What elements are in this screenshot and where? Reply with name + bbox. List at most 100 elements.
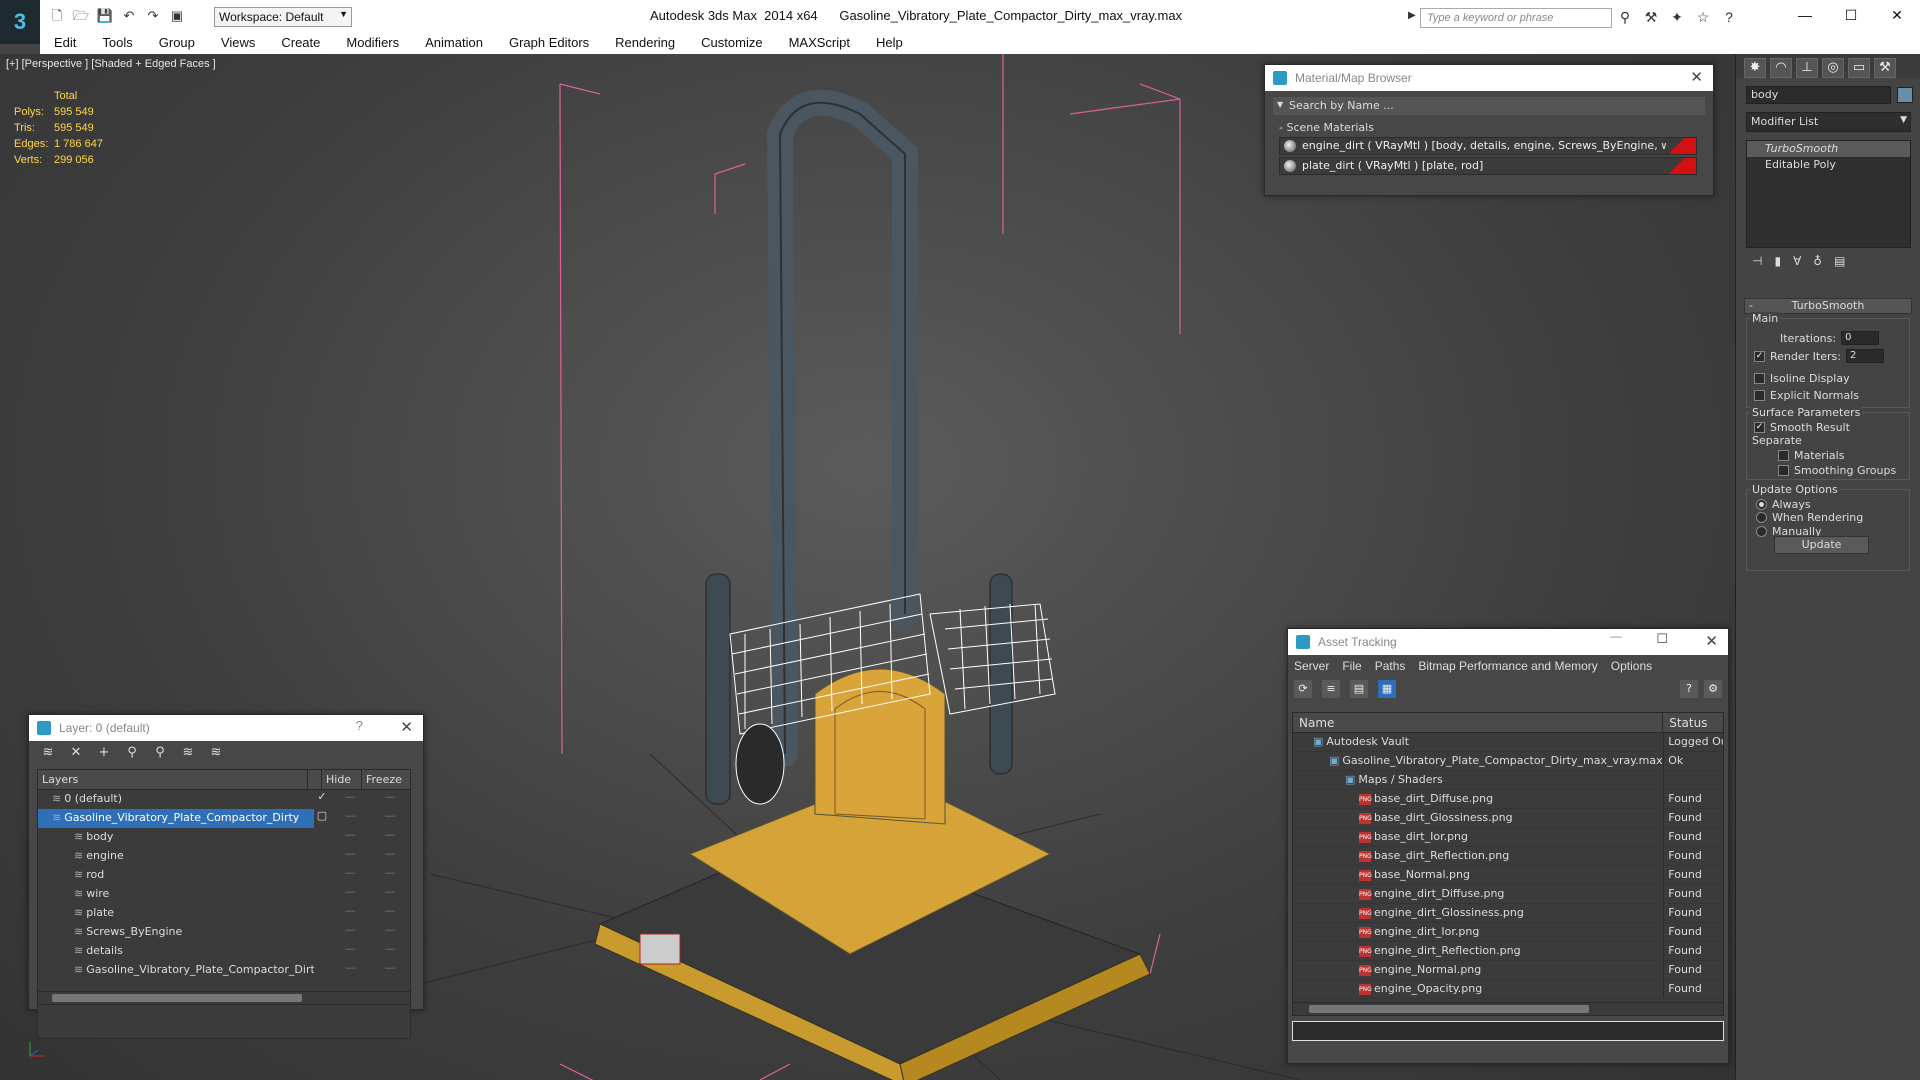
- layers-horizontal-scrollbar[interactable]: [37, 991, 411, 1005]
- material-browser-titlebar[interactable]: Material/Map Browser ✕: [1265, 65, 1713, 91]
- current-layer-check[interactable]: [314, 904, 331, 923]
- stack-item-turbosmooth[interactable]: TurboSmooth: [1747, 141, 1910, 157]
- hide-toggle[interactable]: —: [330, 885, 370, 904]
- asset-menu-server[interactable]: Server: [1294, 659, 1329, 673]
- material-search-input[interactable]: ▼ Search by Name ...: [1273, 97, 1705, 115]
- object-color-swatch[interactable]: [1897, 87, 1913, 103]
- freeze-column-header[interactable]: Freeze: [362, 770, 406, 789]
- keyword-search-input[interactable]: Type a keyword or phrase: [1420, 8, 1612, 28]
- select-layer-icon[interactable]: ⚲: [123, 745, 141, 761]
- isoline-checkbox[interactable]: [1754, 373, 1765, 384]
- minimize-button[interactable]: —: [1782, 0, 1828, 30]
- app-logo-icon[interactable]: 3: [0, 0, 40, 44]
- communication-icon[interactable]: ✦: [1668, 8, 1686, 26]
- status-column-header[interactable]: Status: [1663, 713, 1723, 732]
- freeze-toggle[interactable]: —: [370, 790, 410, 809]
- hide-toggle[interactable]: —: [330, 809, 370, 828]
- material-row[interactable]: engine_dirt ( VRayMtl ) [body, details, …: [1279, 137, 1697, 155]
- current-layer-check[interactable]: [314, 961, 331, 980]
- current-layer-check[interactable]: [314, 847, 331, 866]
- asset-row[interactable]: PNG base_dirt_Diffuse.png Found: [1293, 790, 1723, 809]
- help-icon[interactable]: ?: [1680, 680, 1698, 698]
- asset-row[interactable]: PNG base_dirt_Reflection.png Found: [1293, 847, 1723, 866]
- project-folder-icon[interactable]: ▣: [168, 8, 186, 24]
- smoothing-groups-checkbox[interactable]: [1778, 465, 1789, 476]
- maximize-icon[interactable]: ☐: [1656, 631, 1668, 647]
- layer-row[interactable]: ≋ wire — —: [38, 885, 410, 904]
- asset-tracking-titlebar[interactable]: Asset Tracking ✕ ☐ —: [1288, 629, 1728, 655]
- layer-window-titlebar[interactable]: Layer: 0 (default)? ✕: [29, 715, 423, 741]
- table-view-icon[interactable]: ▦: [1378, 680, 1396, 698]
- menu-maxscript[interactable]: MAXScript: [775, 34, 862, 54]
- add-to-layer-icon[interactable]: +: [95, 745, 113, 761]
- menu-customize[interactable]: Customize: [687, 34, 774, 54]
- detail-view-icon[interactable]: ▤: [1350, 680, 1368, 698]
- settings-icon[interactable]: ⚙: [1704, 680, 1722, 698]
- freeze-all-icon[interactable]: ≋: [207, 745, 225, 761]
- explicit-normals-checkbox[interactable]: [1754, 390, 1765, 401]
- undo-icon[interactable]: ↶: [120, 8, 138, 24]
- menu-graph-editors[interactable]: Graph Editors: [495, 34, 601, 54]
- freeze-toggle[interactable]: —: [370, 904, 410, 923]
- freeze-toggle[interactable]: —: [370, 847, 410, 866]
- asset-menu-paths[interactable]: Paths: [1375, 659, 1406, 673]
- current-layer-check[interactable]: ✓: [314, 790, 331, 809]
- freeze-toggle[interactable]: —: [370, 942, 410, 961]
- options-arrow-icon[interactable]: ▼: [1277, 100, 1283, 109]
- hide-toggle[interactable]: —: [330, 828, 370, 847]
- freeze-toggle[interactable]: —: [370, 885, 410, 904]
- search-expand-icon[interactable]: ▶: [1408, 10, 1416, 21]
- close-icon[interactable]: ✕: [400, 718, 413, 736]
- layer-row[interactable]: ≋ Screws_ByEngine — —: [38, 923, 410, 942]
- when-rendering-radio[interactable]: [1756, 512, 1767, 523]
- asset-path-field[interactable]: [1292, 1021, 1724, 1041]
- workspace-dropdown[interactable]: Workspace: Default ▼: [214, 7, 352, 27]
- show-end-result-icon[interactable]: ▮: [1774, 254, 1781, 274]
- hide-toggle[interactable]: —: [330, 790, 370, 809]
- menu-group[interactable]: Group: [145, 34, 207, 54]
- menu-modifiers[interactable]: Modifiers: [332, 34, 411, 54]
- display-tab-icon[interactable]: ▭: [1848, 58, 1870, 78]
- asset-row[interactable]: PNG engine_Opacity.png Found: [1293, 980, 1723, 999]
- smooth-result-checkbox[interactable]: ✓: [1754, 422, 1765, 433]
- hide-toggle[interactable]: —: [330, 923, 370, 942]
- hide-toggle[interactable]: —: [330, 866, 370, 885]
- current-layer-check[interactable]: [314, 923, 331, 942]
- asset-menu-bitmap-performance-and-memory[interactable]: Bitmap Performance and Memory: [1418, 659, 1597, 673]
- save-icon[interactable]: 💾: [96, 8, 114, 24]
- materials-checkbox[interactable]: [1778, 450, 1789, 461]
- name-column-header[interactable]: Name: [1293, 713, 1664, 732]
- asset-row[interactable]: PNG engine_dirt_Glossiness.png Found: [1293, 904, 1723, 923]
- manually-radio[interactable]: [1756, 526, 1767, 537]
- hierarchy-tab-icon[interactable]: ⊥: [1796, 58, 1818, 78]
- pin-stack-icon[interactable]: ⊣: [1752, 254, 1762, 274]
- asset-row[interactable]: PNG engine_Normal.png Found: [1293, 961, 1723, 980]
- menu-edit[interactable]: Edit: [40, 34, 88, 54]
- stack-item-editable-poly[interactable]: Editable Poly: [1747, 157, 1910, 173]
- current-layer-check[interactable]: [314, 866, 331, 885]
- maximize-button[interactable]: ☐: [1828, 0, 1874, 30]
- scene-materials-header[interactable]: - Scene Materials: [1273, 121, 1703, 135]
- render-iters-spinner[interactable]: 2: [1845, 349, 1884, 363]
- hide-toggle[interactable]: —: [330, 942, 370, 961]
- asset-row[interactable]: PNG engine_dirt_Reflection.png Found: [1293, 942, 1723, 961]
- motion-tab-icon[interactable]: ◎: [1822, 58, 1844, 78]
- layers-column-header[interactable]: Layers: [38, 770, 308, 789]
- redo-icon[interactable]: ↷: [144, 8, 162, 24]
- subscription-icon[interactable]: ⚒: [1642, 8, 1660, 26]
- remove-modifier-icon[interactable]: ♁: [1813, 254, 1822, 274]
- asset-row[interactable]: PNG engine_dirt_Ior.png Found: [1293, 923, 1723, 942]
- layer-row[interactable]: ≋ rod — —: [38, 866, 410, 885]
- freeze-toggle[interactable]: —: [370, 809, 410, 828]
- delete-layer-icon[interactable]: ✕: [67, 745, 85, 761]
- asset-row[interactable]: PNG base_dirt_Ior.png Found: [1293, 828, 1723, 847]
- utilities-tab-icon[interactable]: ⚒: [1874, 58, 1896, 78]
- asset-horizontal-scrollbar[interactable]: [1292, 1002, 1724, 1016]
- freeze-toggle[interactable]: —: [370, 961, 410, 980]
- refresh-icon[interactable]: ⟳: [1294, 680, 1312, 698]
- iterations-spinner[interactable]: 0: [1841, 331, 1880, 345]
- material-row[interactable]: plate_dirt ( VRayMtl ) [plate, rod]: [1279, 157, 1697, 175]
- close-button[interactable]: ✕: [1874, 0, 1920, 30]
- layer-row[interactable]: ≋ body — —: [38, 828, 410, 847]
- favorites-star-icon[interactable]: ☆: [1694, 8, 1712, 26]
